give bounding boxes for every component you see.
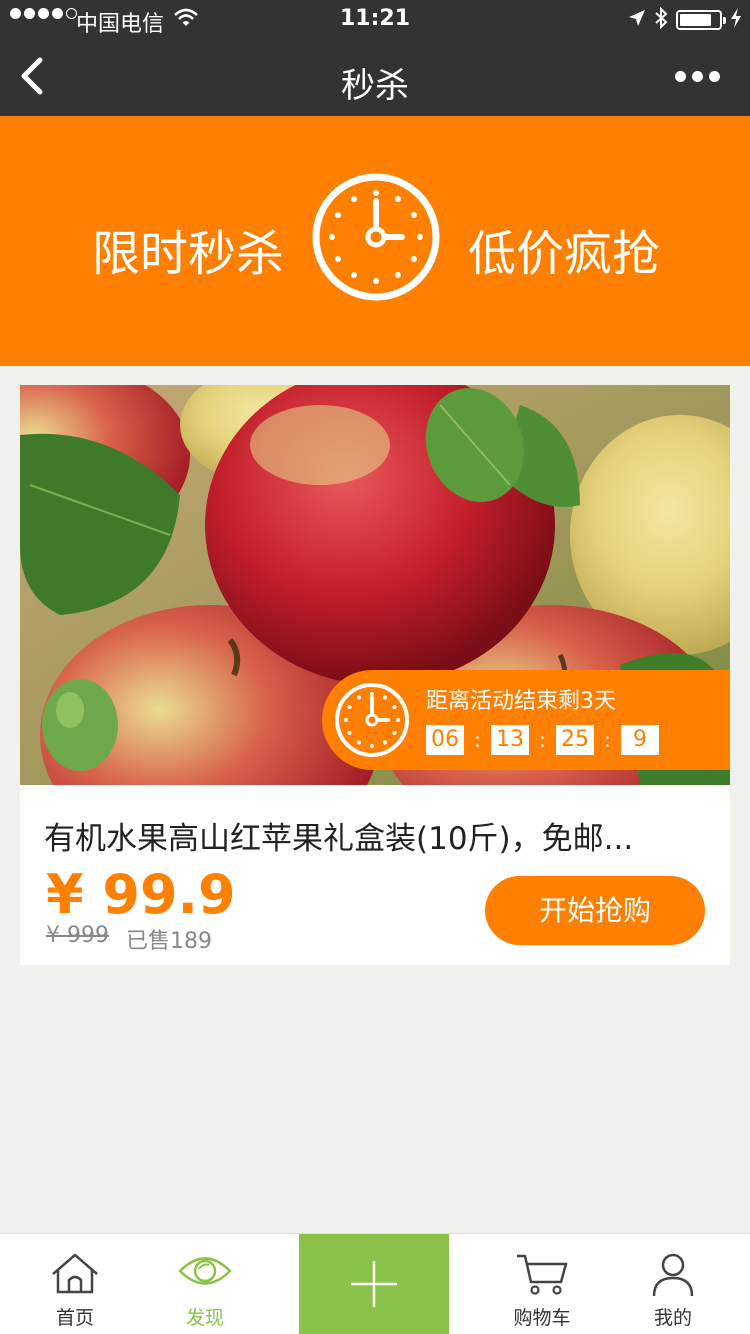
product-title[interactable]: 有机水果高山红苹果礼盒装(10斤)，免邮...	[44, 813, 714, 858]
product-card[interactable]: 距离活动结束剩3天 06 : 13 : 25 : 9 有机水果高山红苹果礼盒装(…	[20, 385, 730, 965]
countdown-separator: :	[604, 728, 611, 752]
tab-cart[interactable]: 购物车	[467, 1234, 617, 1334]
battery-icon	[676, 10, 726, 30]
charging-icon	[730, 8, 742, 32]
more-button[interactable]	[675, 71, 720, 82]
countdown-hours: 13	[491, 725, 529, 755]
original-price: ¥ 999	[46, 923, 109, 948]
plus-icon	[351, 1261, 397, 1307]
bluetooth-icon	[654, 6, 668, 33]
countdown-minutes: 25	[556, 725, 594, 755]
tab-profile[interactable]: 我的	[598, 1234, 748, 1334]
flash-sale-banner: 限时秒杀 低价疯抢	[0, 116, 750, 366]
countdown-label: 距离活动结束剩3天	[426, 689, 616, 714]
countdown-timer: 06 : 13 : 25 : 9	[426, 725, 659, 755]
product-image[interactable]: 距离活动结束剩3天 06 : 13 : 25 : 9	[20, 385, 730, 785]
banner-left-text: 限时秒杀	[92, 226, 285, 282]
tab-bar: 首页 发现 购物车 我的	[0, 1233, 750, 1334]
tab-cart-label: 购物车	[513, 1307, 571, 1329]
tab-discover-label: 发现	[185, 1307, 224, 1329]
location-arrow-icon	[628, 9, 646, 31]
sale-price: ¥ 99.9	[46, 863, 236, 926]
tab-add-button[interactable]	[299, 1234, 449, 1334]
countdown-days: 06	[426, 725, 464, 755]
tab-home-label: 首页	[55, 1307, 94, 1329]
user-icon	[652, 1253, 694, 1297]
clock-icon	[332, 680, 412, 764]
sold-count: 已售189	[126, 929, 212, 954]
nav-bar: 秒杀	[0, 40, 750, 116]
countdown-separator: :	[474, 728, 481, 752]
clock-icon	[310, 171, 442, 307]
page-title: 秒杀	[341, 66, 409, 106]
tab-discover[interactable]: 发现	[130, 1234, 280, 1334]
battery-level	[680, 14, 711, 26]
home-icon	[52, 1253, 98, 1294]
countdown-seconds: 9	[621, 725, 659, 755]
tab-profile-label: 我的	[653, 1307, 692, 1329]
countdown-panel: 距离活动结束剩3天 06 : 13 : 25 : 9	[322, 670, 730, 770]
status-bar: 中国电信 11:21	[0, 0, 750, 40]
eye-icon	[178, 1257, 232, 1285]
tab-home[interactable]: 首页	[0, 1234, 150, 1334]
buy-now-button[interactable]: 开始抢购	[485, 876, 705, 945]
countdown-separator: :	[539, 728, 546, 752]
cart-icon	[517, 1254, 568, 1295]
banner-right-text: 低价疯抢	[468, 226, 661, 282]
